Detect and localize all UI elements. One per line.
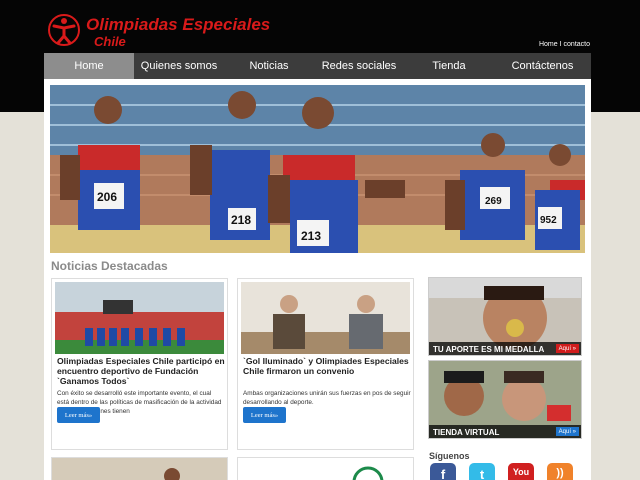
promo-label: TIENDA VIRTUAL [433, 428, 500, 437]
news-card-title[interactable]: Olimpiadas Especiales Chile participó en… [57, 356, 225, 386]
main-nav: Home Quienes somos Noticias Redes social… [44, 53, 591, 79]
youtube-icon[interactable]: You [508, 463, 534, 480]
nav-item-tienda[interactable]: Tienda [404, 53, 494, 79]
rss-icon[interactable]: )) [547, 463, 573, 480]
news-card: Olimpiadas Especiales Chile participó en… [51, 278, 228, 450]
news-photo-partial [52, 458, 227, 480]
nav-item-quienes-somos[interactable]: Quienes somos [134, 53, 224, 79]
promo-banner-medalla[interactable]: TU APORTE ES MI MEDALLA Aquí » [428, 277, 582, 356]
news-card-partial [51, 457, 228, 480]
read-more-button[interactable]: Leer más» [57, 407, 100, 423]
brand-subtitle: Chile [94, 34, 126, 49]
promo-label: TU APORTE ES MI MEDALLA [433, 345, 545, 354]
nav-item-redes-sociales[interactable]: Redes sociales [314, 53, 404, 79]
hero-bib-5: 952 [540, 215, 557, 226]
read-more-button[interactable]: Leer más» [243, 407, 286, 423]
hero-bib-4: 269 [485, 196, 502, 207]
news-card-title[interactable]: `Gol Iluminado` y Olimpiades Especiales … [243, 356, 411, 376]
main-content: 206 218 213 269 952 Noticias Destacadas … [44, 79, 591, 480]
brand-title: Olimpiadas Especiales [86, 15, 271, 34]
site-logo[interactable]: Olimpiadas Especiales Chile [46, 12, 286, 52]
top-links: Home I contacto [539, 41, 590, 48]
nav-item-contactenos[interactable]: Contáctenos [494, 53, 591, 79]
facebook-icon[interactable]: f [430, 463, 456, 480]
home-link[interactable]: Home [539, 41, 558, 48]
hero-bib-3: 213 [301, 229, 321, 243]
hero-banner-image: 206 218 213 269 952 [50, 85, 585, 253]
twitter-icon[interactable]: t [469, 463, 495, 480]
social-title: Síguenos [429, 451, 470, 461]
news-card-body: Ambas organizaciones unirán sus fuerzas … [243, 390, 411, 406]
contact-link[interactable]: contacto [564, 41, 590, 48]
link-separator: I [559, 41, 562, 48]
promo-banner-tienda[interactable]: TIENDA VIRTUAL Aquí » [428, 360, 582, 439]
news-photo-stadium [55, 282, 224, 354]
special-olympics-emblem-icon [48, 14, 80, 46]
hero-bib-1: 206 [97, 190, 117, 204]
news-section-title: Noticias Destacadas [51, 259, 168, 273]
news-card-partial [237, 457, 414, 480]
promo-aqui-button[interactable]: Aquí » [555, 344, 579, 353]
news-photo-meeting [241, 282, 410, 354]
promo-aqui-button[interactable]: Aquí » [555, 427, 579, 436]
nav-item-noticias[interactable]: Noticias [224, 53, 314, 79]
news-card: `Gol Iluminado` y Olimpiades Especiales … [237, 278, 414, 450]
special-olympics-logo-icon [352, 466, 384, 480]
hero-bib-2: 218 [231, 213, 251, 227]
nav-item-home[interactable]: Home [44, 53, 134, 79]
